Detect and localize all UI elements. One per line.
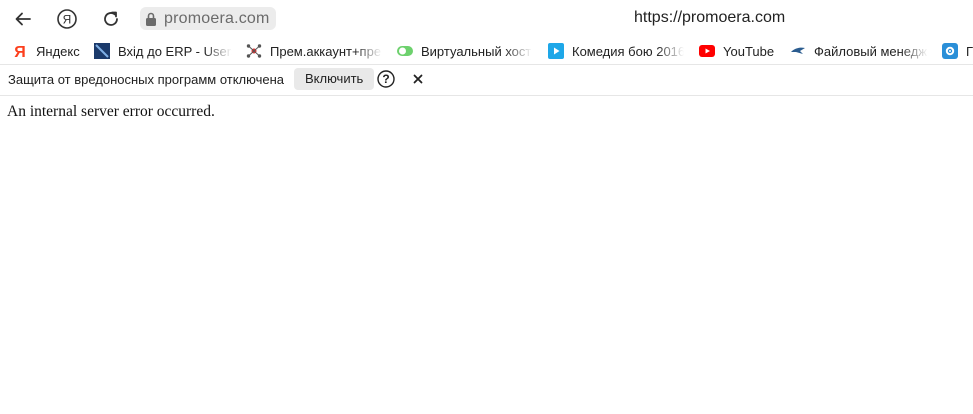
youtube-icon (699, 43, 715, 59)
malware-protection-notice: Защита от вредоносных программ отключена… (0, 65, 973, 96)
bookmark-last[interactable]: Г (942, 42, 973, 60)
help-icon[interactable]: ? (377, 70, 395, 88)
svg-text:?: ? (382, 72, 389, 86)
svg-text:Я: Я (14, 44, 26, 59)
browser-toolbar: Я promoera.com https://promoera.com (0, 0, 973, 38)
error-message: An internal server error occurred. (7, 103, 215, 120)
svg-text:Я: Я (63, 13, 72, 27)
bookmark-virtual-host[interactable]: Виртуальный хост (397, 42, 532, 60)
yandex-logo-icon[interactable]: Я (54, 6, 80, 32)
erp-icon (94, 43, 110, 59)
page-url[interactable]: https://promoera.com (634, 9, 785, 27)
video-icon (548, 43, 564, 59)
bookmark-file-manager[interactable]: Файловый менедж (790, 42, 928, 60)
network-icon (246, 43, 262, 59)
bookmark-youtube[interactable]: YouTube (699, 42, 779, 60)
toggle-icon (397, 43, 413, 59)
bookmark-erp[interactable]: Вхід до ERP - Users (94, 42, 232, 60)
back-arrow-icon[interactable] (10, 6, 36, 32)
reload-icon[interactable] (98, 6, 124, 32)
close-icon[interactable] (410, 71, 426, 87)
notice-text: Защита от вредоносных программ отключена (8, 72, 285, 87)
address-domain: promoera.com (164, 9, 270, 27)
bird-icon (790, 43, 806, 59)
bookmark-yandex[interactable]: Я Яндекс (12, 42, 92, 60)
address-bar[interactable]: promoera.com (140, 7, 276, 30)
yandex-y-icon: Я (12, 43, 28, 59)
bookmark-comedy[interactable]: Комедия бою 2016 (548, 42, 684, 60)
enable-protection-button[interactable]: Включить (294, 68, 375, 90)
bookmarks-bar: Я Яндекс Вхід до ERP - Users Прем.аккаун… (0, 38, 973, 65)
lock-icon (144, 11, 158, 27)
bookmark-prem-account[interactable]: Прем.аккаунт+пре (246, 42, 382, 60)
gear-icon (942, 43, 958, 59)
